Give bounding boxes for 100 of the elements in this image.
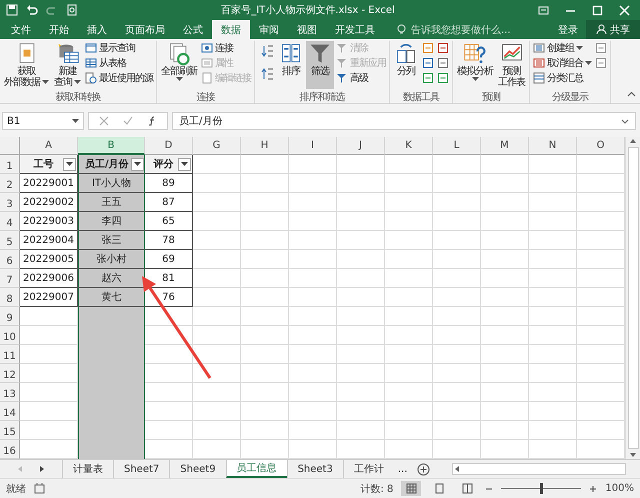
row-header[interactable]: 16	[0, 440, 20, 459]
table-cell: IT小人物	[78, 174, 145, 193]
share-button[interactable]: 共享	[586, 20, 640, 39]
data-validation-button[interactable]	[421, 71, 435, 85]
ribbon-button[interactable]: 最近使用的源	[84, 71, 154, 85]
ribbon-button[interactable]: 模拟分析	[455, 41, 495, 89]
data-model-button[interactable]	[436, 71, 450, 85]
formula-field[interactable]: 员工/月份	[172, 112, 636, 130]
caret-icon	[134, 162, 141, 166]
row-header[interactable]: 2	[0, 174, 20, 193]
sign-in-link[interactable]: 登录	[550, 20, 586, 39]
column-header[interactable]: L	[433, 137, 481, 155]
next-sheet-icon	[38, 465, 46, 473]
row-header[interactable]: 1	[0, 155, 20, 174]
column-header[interactable]: G	[193, 137, 241, 155]
ribbon-tab[interactable]: 数据	[212, 20, 250, 39]
ribbon-tab[interactable]: 文件	[2, 20, 40, 39]
column-header[interactable]: H	[241, 137, 289, 155]
ribbon-button[interactable]: 分类汇总	[532, 71, 593, 85]
row-header[interactable]: 5	[0, 231, 20, 250]
show-detail-button[interactable]	[594, 41, 608, 55]
row-header[interactable]: 10	[0, 326, 20, 345]
column-header[interactable]: K	[385, 137, 433, 155]
group-label: 分级显示	[552, 91, 588, 103]
ribbon-tab[interactable]: 插入	[78, 20, 116, 39]
column-header[interactable]: B	[78, 137, 145, 155]
zoom-slider-thumb[interactable]	[540, 483, 544, 494]
row-header[interactable]: 7	[0, 269, 20, 288]
document-icon	[201, 72, 213, 84]
scroll-left-icon	[453, 465, 462, 473]
column-header[interactable]: D	[145, 137, 193, 155]
column-header[interactable]: J	[337, 137, 385, 155]
row-header[interactable]: 14	[0, 402, 20, 421]
more-sheets-button[interactable]: ...	[394, 460, 412, 478]
column-header[interactable]: A	[20, 137, 78, 155]
ribbon-button[interactable]: 全部刷新	[159, 41, 199, 89]
undo-icon	[26, 4, 38, 16]
ribbon-tab[interactable]: 审阅	[250, 20, 288, 39]
window-title: 百家号_IT小人物示例文件.xlsx - Excel	[220, 4, 396, 17]
ribbon-button[interactable]: 分列	[392, 41, 420, 89]
column-header[interactable]: N	[529, 137, 577, 155]
zoom-slider[interactable]	[501, 484, 582, 494]
ribbon-button[interactable]: 新建 查询	[52, 41, 83, 89]
row-header[interactable]: 11	[0, 345, 20, 364]
row-header[interactable]: 15	[0, 421, 20, 440]
caret-icon	[66, 162, 73, 166]
ribbon-tab[interactable]: 公式	[174, 20, 212, 39]
column-header[interactable]: M	[481, 137, 529, 155]
ribbon-button[interactable]: 预测 工作表	[496, 41, 527, 89]
close-icon	[619, 4, 630, 16]
horizontal-scrollbar[interactable]	[452, 463, 626, 475]
consolidate-button[interactable]	[436, 41, 450, 55]
ribbon-tab[interactable]: 开发工具	[326, 20, 384, 39]
filter-dropdown-button[interactable]	[178, 158, 191, 170]
row-header[interactable]: 13	[0, 383, 20, 402]
filter-dropdown-button[interactable]	[63, 158, 76, 170]
ribbon-button[interactable]: 高级	[335, 71, 387, 85]
row-header[interactable]: 8	[0, 288, 20, 307]
ribbon-button[interactable]: 显示查询	[84, 41, 154, 55]
table-cell: 87	[145, 193, 193, 212]
ribbon-tab[interactable]: 视图	[288, 20, 326, 39]
group-label: 获取和转换	[56, 90, 100, 103]
function-icon	[147, 116, 157, 126]
page-icon	[434, 483, 445, 494]
ribbon-button[interactable]: 排序	[277, 41, 305, 89]
group-icon	[533, 42, 545, 54]
table-cell: 张小村	[78, 250, 145, 269]
check-icon	[123, 116, 133, 126]
ribbon-button[interactable]: 创建组	[532, 41, 593, 55]
column-header[interactable]: O	[577, 137, 625, 155]
remove-duplicates-button[interactable]	[421, 56, 435, 70]
flash-fill-button[interactable]	[421, 41, 435, 55]
name-box[interactable]: B1	[2, 112, 84, 130]
caret-icon	[72, 118, 79, 124]
normal-view-button[interactable]	[401, 481, 422, 496]
row-header[interactable]: 6	[0, 250, 20, 269]
ribbon-tab[interactable]: 开始	[40, 20, 78, 39]
sort-descending-icon	[261, 67, 275, 81]
expand-icon	[621, 117, 629, 125]
count-text: 计数: 8	[360, 482, 394, 496]
ribbon-button[interactable]: 取消组合	[532, 56, 593, 70]
hide-detail-button[interactable]	[594, 56, 608, 70]
ribbon-button[interactable]: 筛选	[306, 41, 334, 89]
row-header[interactable]: 9	[0, 307, 20, 326]
vertical-scrollbar[interactable]	[625, 137, 640, 459]
relationships-button[interactable]	[436, 56, 450, 70]
row-header[interactable]: 4	[0, 212, 20, 231]
ribbon-button[interactable]: 连接	[200, 41, 252, 55]
row-header[interactable]: 3	[0, 193, 20, 212]
grid-icon	[406, 483, 417, 494]
page-break-icon	[462, 483, 473, 494]
ribbon-tab[interactable]: 页面布局	[116, 20, 174, 39]
filter-dropdown-button[interactable]	[130, 158, 144, 170]
ribbon-button[interactable]: 获取 外部数据	[2, 41, 51, 89]
ribbon-button[interactable]: 从表格	[84, 56, 154, 70]
row-header[interactable]: 12	[0, 364, 20, 383]
funnel-advanced-icon	[336, 72, 348, 84]
sheet-tab[interactable]: 员工信息	[226, 460, 287, 478]
column-header[interactable]: I	[289, 137, 337, 155]
tell-me-field[interactable]: 告诉我您想要做什么...	[396, 20, 550, 39]
